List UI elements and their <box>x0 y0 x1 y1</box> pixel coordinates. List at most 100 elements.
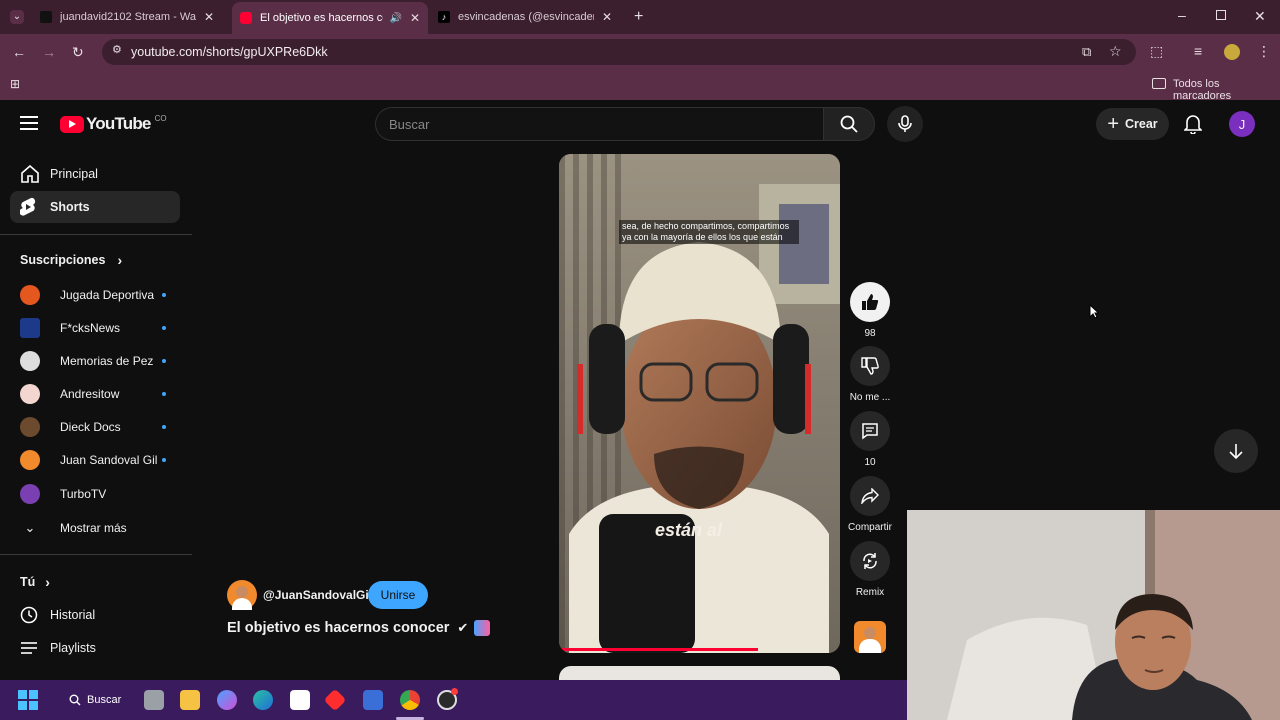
hamburger-menu-icon[interactable] <box>20 116 38 130</box>
url-text[interactable]: youtube.com/shorts/gpUXPRe6Dkk <box>131 45 328 59</box>
apps-grid-icon[interactable]: ⊞ <box>10 78 20 90</box>
bookmark-star-icon[interactable]: ☆ <box>1109 44 1122 58</box>
sidebar-item-principal[interactable]: Principal <box>10 158 180 190</box>
close-tab-icon[interactable]: ✕ <box>410 11 420 25</box>
new-tab-icon[interactable]: + <box>634 9 643 25</box>
arrow-down-icon <box>1229 444 1243 459</box>
menu-kebab-icon[interactable]: ⋮ <box>1257 44 1271 58</box>
search-button[interactable] <box>823 107 875 141</box>
channel-avatar[interactable] <box>227 580 257 610</box>
history-icon <box>10 606 50 624</box>
new-content-dot <box>162 458 166 462</box>
channel-handle[interactable]: @JuanSandovalGil <box>263 588 372 602</box>
comments-count: 10 <box>864 457 876 468</box>
short-title: El objetivo es hacernos conocer <box>227 620 450 636</box>
notifications-bell-icon[interactable] <box>1183 114 1203 139</box>
new-content-dot <box>162 392 166 396</box>
plus-icon: + <box>1107 113 1119 135</box>
copilot-icon[interactable] <box>217 690 237 710</box>
search-input[interactable]: Buscar <box>375 107 823 141</box>
subscriptions-title: Suscripciones <box>20 253 106 267</box>
close-tab-icon[interactable]: ✕ <box>602 10 612 24</box>
comments-button[interactable] <box>850 411 890 451</box>
join-button[interactable]: Unirse <box>368 581 428 609</box>
forward-icon[interactable]: → <box>42 45 56 59</box>
address-bar-row: ← → ↻ ⚙ youtube.com/shorts/gpUXPRe6Dkk ⧉… <box>0 34 1280 70</box>
install-app-icon[interactable]: ⧉ <box>1082 45 1091 58</box>
sidebar-item-label: Principal <box>50 167 98 181</box>
like-count: 98 <box>864 328 876 339</box>
you-heading[interactable]: Tú › <box>20 574 50 590</box>
dislike-button[interactable] <box>850 346 890 386</box>
next-short-button[interactable] <box>1214 429 1258 473</box>
create-button[interactable]: + Crear <box>1096 108 1169 140</box>
extensions-icon[interactable]: ⬚ <box>1150 44 1163 58</box>
channel-avatar <box>20 285 40 305</box>
like-button[interactable] <box>850 282 890 322</box>
file-explorer-icon[interactable] <box>180 690 200 710</box>
short-video-player[interactable]: sea, de hecho compartimos, compartimos y… <box>559 154 840 653</box>
comments-action[interactable]: 10 <box>848 411 892 468</box>
anydesk-icon[interactable] <box>323 688 347 712</box>
minimize-icon[interactable]: – <box>1178 8 1186 22</box>
reload-icon[interactable]: ↻ <box>72 45 84 59</box>
sidebar-item-shorts[interactable]: Shorts <box>10 191 180 223</box>
subscription-item[interactable]: Dieck Docs <box>20 414 180 440</box>
sidebar-item-label: Historial <box>50 608 96 622</box>
subscription-item[interactable]: TurboTV <box>20 481 180 507</box>
short-title-row[interactable]: El objetivo es hacernos conocer ✔ <box>227 620 491 636</box>
sidebar-item-historial[interactable]: Historial <box>10 599 180 631</box>
channel-name: Jugada Deportiva <box>60 288 155 302</box>
back-icon[interactable]: ← <box>12 45 26 59</box>
restore-icon[interactable] <box>1216 10 1226 20</box>
dislike-action[interactable]: No me ... <box>848 346 892 403</box>
like-action[interactable]: 98 <box>848 282 892 339</box>
taskbar-search-label: Buscar <box>87 694 122 706</box>
playlists-icon <box>10 641 50 655</box>
share-button[interactable] <box>850 476 890 516</box>
media-control-icon[interactable]: ≡ <box>1194 44 1202 58</box>
subscription-item[interactable]: F*cksNews <box>20 315 180 341</box>
channel-name: F*cksNews <box>60 321 121 335</box>
show-more-button[interactable]: ⌄ Mostrar más <box>20 515 180 541</box>
channel-avatar <box>20 384 40 404</box>
country-code: CO <box>154 113 167 123</box>
close-tab-icon[interactable]: ✕ <box>204 10 214 24</box>
channel-avatar <box>20 417 40 437</box>
tab-youtube[interactable]: El objetivo es hacernos conocer 🔊 ✕ <box>232 2 428 34</box>
edge-icon[interactable] <box>253 690 273 710</box>
remix-action[interactable]: Remix <box>848 541 892 598</box>
subscription-item[interactable]: Memorias de Pez <box>20 348 180 374</box>
remix-button[interactable] <box>850 541 890 581</box>
new-content-dot <box>162 293 166 297</box>
thumbs-down-icon <box>861 357 879 375</box>
youtube-play-logo-icon <box>60 115 84 133</box>
mail-icon[interactable] <box>363 690 383 710</box>
microsoft-store-icon[interactable] <box>290 690 310 710</box>
subscriptions-heading[interactable]: Suscripciones › <box>20 252 122 268</box>
close-window-icon[interactable]: ✕ <box>1254 9 1266 23</box>
account-avatar[interactable]: J <box>1229 111 1255 137</box>
all-bookmarks-link[interactable]: Todos los marcadores <box>1173 78 1280 102</box>
subscription-item[interactable]: Andresitow <box>20 381 180 407</box>
voice-search-button[interactable] <box>887 106 923 142</box>
site-settings-icon[interactable]: ⚙ <box>112 45 122 56</box>
omnibox[interactable]: ⚙ youtube.com/shorts/gpUXPRe6Dkk ⧉ ☆ <box>102 39 1136 65</box>
audio-playing-icon[interactable]: 🔊 <box>389 13 401 24</box>
chrome-icon[interactable] <box>400 690 420 710</box>
youtube-logo[interactable]: YouTube CO <box>60 114 167 134</box>
sidebar-item-playlists[interactable]: Playlists <box>10 632 180 664</box>
windows-start-icon[interactable] <box>18 690 38 710</box>
tab-stream[interactable]: juandavid2102 Stream - Watch ✕ <box>32 4 228 30</box>
subscription-item[interactable]: Juan Sandoval Gil <box>20 447 180 473</box>
share-action[interactable]: Compartir <box>848 476 892 533</box>
task-view-icon[interactable] <box>144 690 164 710</box>
next-short-preview[interactable] <box>559 666 840 680</box>
microphone-icon <box>898 115 912 132</box>
sound-thumbnail[interactable] <box>854 621 886 653</box>
profile-avatar[interactable] <box>1224 44 1240 60</box>
tab-search-chevron-icon[interactable]: ⌄ <box>10 10 24 24</box>
subscription-item[interactable]: Jugada Deportiva <box>20 282 180 308</box>
tab-tiktok[interactable]: ♪ esvincadenas (@esvincadenas0 ✕ <box>430 4 626 30</box>
taskbar-search[interactable]: Buscar <box>60 686 130 714</box>
